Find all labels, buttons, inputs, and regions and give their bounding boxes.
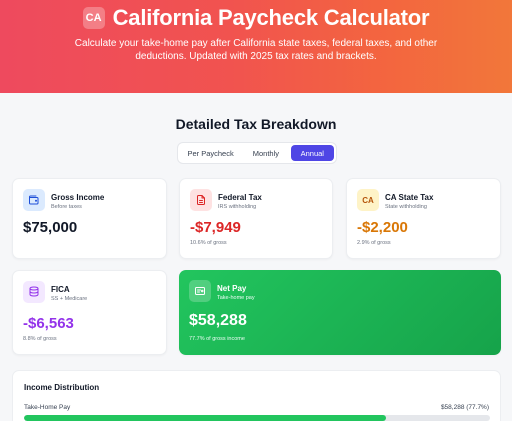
state-tax-label: CA State Tax <box>385 193 434 202</box>
fica-card: FICA SS + Medicare -$6,563 8.8% of gross <box>12 270 167 355</box>
net-pay-label: Net Pay <box>217 284 247 293</box>
gross-income-label: Gross Income <box>51 193 105 202</box>
gross-income-value: $75,000 <box>23 219 78 236</box>
page-subtitle: Calculate your take-home pay after Calif… <box>74 38 438 62</box>
state-tax-sub: State withholding <box>385 204 427 210</box>
wallet-icon <box>23 189 45 211</box>
fica-sub: SS + Medicare <box>51 296 88 302</box>
federal-tax-label: Federal Tax <box>218 193 262 202</box>
take-home-label: Take-Home Pay <box>24 404 71 411</box>
receipt-icon <box>189 280 211 302</box>
state-tax-value: -$2,200 <box>357 219 408 236</box>
fica-note: 8.8% of gross <box>23 336 57 342</box>
federal-tax-sub: IRS withholding <box>218 204 257 210</box>
document-icon <box>190 189 212 211</box>
fica-label: FICA <box>51 285 70 294</box>
federal-tax-note: 10.6% of gross <box>190 240 227 246</box>
net-pay-sub: Take-home pay <box>217 295 255 301</box>
header-title-row: CA California Paycheck Calculator <box>0 5 512 31</box>
state-tax-note: 2.9% of gross <box>357 240 391 246</box>
database-icon <box>23 281 45 303</box>
take-home-progress-fill <box>24 415 387 421</box>
net-pay-value: $58,288 <box>189 312 247 329</box>
ca-state-badge: CA <box>357 189 379 211</box>
breakdown-title: Detailed Tax Breakdown <box>175 116 337 132</box>
ca-logo-badge: CA <box>82 7 105 29</box>
fica-value: -$6,563 <box>23 315 74 332</box>
state-tax-card: CA CA State Tax State withholding -$2,20… <box>346 178 501 259</box>
page-title: California Paycheck Calculator <box>112 5 430 30</box>
net-pay-note: 77.7% of gross income <box>189 336 245 342</box>
period-toggle: Per Paycheck Monthly Annual <box>177 142 337 164</box>
gross-income-sub: Before taxes <box>51 204 82 210</box>
net-pay-card: Net Pay Take-home pay $58,288 77.7% of g… <box>179 270 501 355</box>
take-home-value: $58,288 (77.7%) <box>440 404 489 411</box>
federal-tax-value: -$7,949 <box>190 219 241 236</box>
monthly-button[interactable]: Monthly <box>243 145 288 161</box>
federal-tax-card: Federal Tax IRS withholding -$7,949 10.6… <box>179 178 333 259</box>
take-home-progress-track <box>24 415 490 421</box>
per-paycheck-button[interactable]: Per Paycheck <box>180 145 241 161</box>
income-distribution-panel: Income Distribution Take-Home Pay $58,28… <box>12 370 501 421</box>
income-distribution-title: Income Distribution <box>24 383 100 392</box>
annual-button[interactable]: Annual <box>290 145 334 161</box>
gross-income-card: Gross Income Before taxes $75,000 <box>12 178 167 259</box>
page-header: CA California Paycheck Calculator Calcul… <box>0 0 512 93</box>
